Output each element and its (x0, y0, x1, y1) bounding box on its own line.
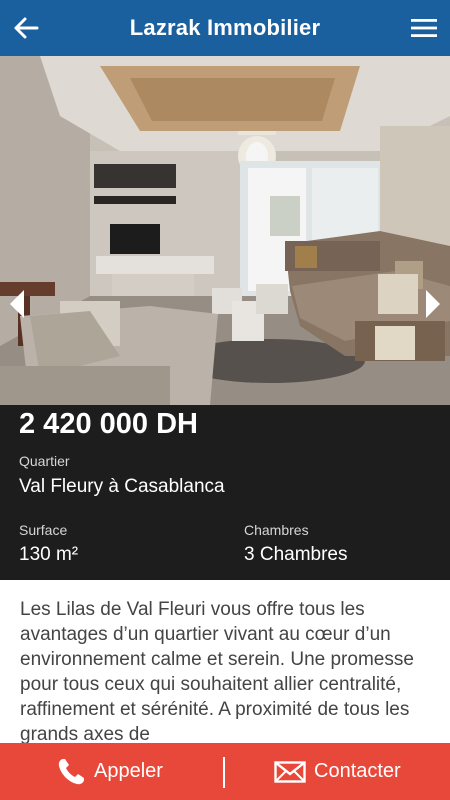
listing-info-panel: 2 420 000 DH Quartier Val Fleury à Casab… (0, 405, 450, 580)
property-photo-gallery[interactable] (0, 56, 450, 405)
contact-label: Contacter (314, 760, 401, 782)
arrow-left-icon (14, 17, 39, 39)
quartier-value: Val Fleury à Casablanca (19, 476, 225, 497)
app-title: Lazrak Immobilier (129, 15, 321, 40)
surface-value: 130 m² (19, 544, 79, 565)
chambres-value: 3 Chambres (244, 544, 348, 565)
action-divider (223, 757, 225, 788)
chambres-label: Chambres (244, 522, 309, 538)
gallery-prev-button[interactable] (2, 284, 32, 324)
chevron-right-icon (426, 290, 440, 318)
hamburger-menu-icon (411, 19, 437, 37)
price: 2 420 000 DH (19, 408, 198, 440)
call-button[interactable]: Appeler (56, 743, 163, 800)
phone-icon (58, 758, 84, 784)
back-button[interactable] (6, 8, 46, 48)
living-room-photo (0, 56, 450, 405)
quartier-label: Quartier (19, 453, 70, 469)
bottom-action-bar: Appeler Contacter (0, 743, 450, 800)
call-label: Appeler (94, 760, 163, 782)
envelope-icon (274, 760, 306, 783)
surface-label: Surface (19, 522, 68, 538)
gallery-next-button[interactable] (418, 284, 448, 324)
property-description: Les Lilas de Val Fleuri vous offre tous … (20, 599, 414, 745)
chevron-left-icon (10, 290, 24, 318)
contact-button[interactable]: Contacter (274, 743, 401, 800)
menu-button[interactable] (404, 8, 444, 48)
app-bar: Lazrak Immobilier (0, 0, 450, 56)
